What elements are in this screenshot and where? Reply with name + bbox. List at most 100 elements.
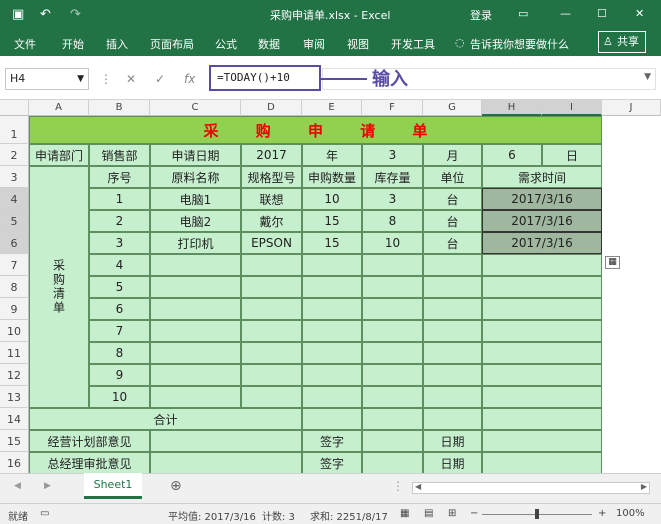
name-box[interactable]: H4 ▼ <box>5 68 89 90</box>
opinion-planning-value[interactable] <box>150 430 302 452</box>
item-4-material[interactable] <box>150 254 241 276</box>
item-6-model[interactable] <box>241 298 302 320</box>
item-3-seq[interactable]: 3 <box>89 232 150 254</box>
item-8-need-time[interactable] <box>482 342 602 364</box>
col-header-j[interactable]: J <box>602 100 661 116</box>
item-1-model[interactable]: 联想 <box>241 188 302 210</box>
item-2-model[interactable]: 戴尔 <box>241 210 302 232</box>
item-5-need-time[interactable] <box>482 276 602 298</box>
total-unit[interactable] <box>423 408 482 430</box>
col-header-h[interactable]: H <box>482 100 542 116</box>
date-value-2[interactable] <box>482 452 602 473</box>
zoom-level[interactable]: 100% <box>616 508 645 519</box>
item-10-unit[interactable] <box>423 386 482 408</box>
col-header-f[interactable]: F <box>362 100 423 116</box>
item-1-unit[interactable]: 台 <box>423 188 482 210</box>
item-2-material[interactable]: 电脑2 <box>150 210 241 232</box>
page-layout-view-icon[interactable]: ▤ <box>424 508 433 519</box>
item-3-unit[interactable]: 台 <box>423 232 482 254</box>
tab-data[interactable]: 数据 <box>258 36 280 52</box>
row-header-14[interactable]: 14 <box>0 408 29 430</box>
tab-file[interactable]: 文件 <box>14 36 36 52</box>
worksheet-grid[interactable]: A B C D E F G H I J 1 2 3 4 5 6 7 8 9 10… <box>0 100 661 473</box>
item-4-stock[interactable] <box>362 254 423 276</box>
item-1-need-time[interactable]: 2017/3/16 <box>482 188 602 210</box>
formula-input[interactable]: =TODAY()+10 <box>209 65 321 91</box>
add-sheet-icon[interactable]: ⊕ <box>170 478 182 494</box>
header-model[interactable]: 规格型号 <box>241 166 302 188</box>
sheet-tab-sheet1[interactable]: Sheet1 <box>84 473 142 499</box>
row-header-13[interactable]: 13 <box>0 386 29 408</box>
item-5-stock[interactable] <box>362 276 423 298</box>
row-header-1[interactable]: 1 <box>0 116 29 144</box>
year-value[interactable]: 2017 <box>241 144 302 166</box>
scroll-right-icon[interactable]: ▶ <box>44 481 51 491</box>
item-10-need-time[interactable] <box>482 386 602 408</box>
save-icon[interactable]: ▣ <box>12 7 24 22</box>
item-6-unit[interactable] <box>423 298 482 320</box>
total-stock[interactable] <box>362 408 423 430</box>
month-unit[interactable]: 月 <box>423 144 482 166</box>
horizontal-scrollbar[interactable]: ◀ ▶ <box>412 482 650 494</box>
macro-record-icon[interactable]: ▭ <box>40 508 49 519</box>
dept-label[interactable]: 申请部门 <box>29 144 89 166</box>
tab-formulas[interactable]: 公式 <box>215 36 237 52</box>
header-need-time[interactable]: 需求时间 <box>482 166 602 188</box>
chevron-down-icon[interactable]: ▼ <box>77 69 84 89</box>
opinion-manager-label[interactable]: 总经理审批意见 <box>29 452 150 473</box>
item-3-material[interactable]: 打印机 <box>150 232 241 254</box>
ribbon-display-icon[interactable]: ▭ <box>518 7 528 20</box>
item-6-material[interactable] <box>150 298 241 320</box>
item-10-material[interactable] <box>150 386 241 408</box>
item-8-seq[interactable]: 8 <box>89 342 150 364</box>
date-label-1[interactable]: 日期 <box>423 430 482 452</box>
redo-icon[interactable]: ↷ <box>70 7 81 22</box>
item-2-unit[interactable]: 台 <box>423 210 482 232</box>
item-1-qty[interactable]: 10 <box>302 188 362 210</box>
date-label[interactable]: 申请日期 <box>150 144 241 166</box>
date-value-1[interactable] <box>482 430 602 452</box>
tab-split-icon[interactable]: ⋮ <box>392 479 404 493</box>
item-5-seq[interactable]: 5 <box>89 276 150 298</box>
tab-home[interactable]: 开始 <box>62 36 84 52</box>
col-header-a[interactable]: A <box>29 100 89 116</box>
item-8-material[interactable] <box>150 342 241 364</box>
item-1-stock[interactable]: 3 <box>362 188 423 210</box>
col-header-i[interactable]: I <box>542 100 602 116</box>
cancel-icon[interactable]: ✕ <box>126 72 136 86</box>
item-6-seq[interactable]: 6 <box>89 298 150 320</box>
item-7-unit[interactable] <box>423 320 482 342</box>
item-6-qty[interactable] <box>302 298 362 320</box>
item-4-seq[interactable]: 4 <box>89 254 150 276</box>
item-4-model[interactable] <box>241 254 302 276</box>
item-9-seq[interactable]: 9 <box>89 364 150 386</box>
month-value[interactable]: 3 <box>362 144 423 166</box>
scroll-left-icon[interactable]: ◀ <box>14 481 21 491</box>
item-5-unit[interactable] <box>423 276 482 298</box>
item-10-seq[interactable]: 10 <box>89 386 150 408</box>
share-button[interactable]: ♙ 共享 <box>598 31 646 53</box>
item-8-qty[interactable] <box>302 342 362 364</box>
item-7-seq[interactable]: 7 <box>89 320 150 342</box>
scroll-left-arrow-icon[interactable]: ◀ <box>415 482 421 491</box>
item-9-unit[interactable] <box>423 364 482 386</box>
enter-icon[interactable]: ✓ <box>155 72 165 86</box>
item-2-seq[interactable]: 2 <box>89 210 150 232</box>
header-material[interactable]: 原料名称 <box>150 166 241 188</box>
item-5-material[interactable] <box>150 276 241 298</box>
item-8-stock[interactable] <box>362 342 423 364</box>
day-value[interactable]: 6 <box>482 144 542 166</box>
header-stock[interactable]: 库存量 <box>362 166 423 188</box>
sign-label-1[interactable]: 签字 <box>302 430 362 452</box>
undo-icon[interactable]: ↶ <box>40 7 51 22</box>
col-header-d[interactable]: D <box>241 100 302 116</box>
row-header-4[interactable]: 4 <box>0 188 29 210</box>
item-9-qty[interactable] <box>302 364 362 386</box>
item-3-stock[interactable]: 10 <box>362 232 423 254</box>
row-header-2[interactable]: 2 <box>0 144 29 166</box>
item-7-qty[interactable] <box>302 320 362 342</box>
close-icon[interactable]: ✕ <box>635 7 644 20</box>
select-all-corner[interactable] <box>0 100 29 116</box>
row-header-6[interactable]: 6 <box>0 232 29 254</box>
tab-review[interactable]: 审阅 <box>303 36 325 52</box>
